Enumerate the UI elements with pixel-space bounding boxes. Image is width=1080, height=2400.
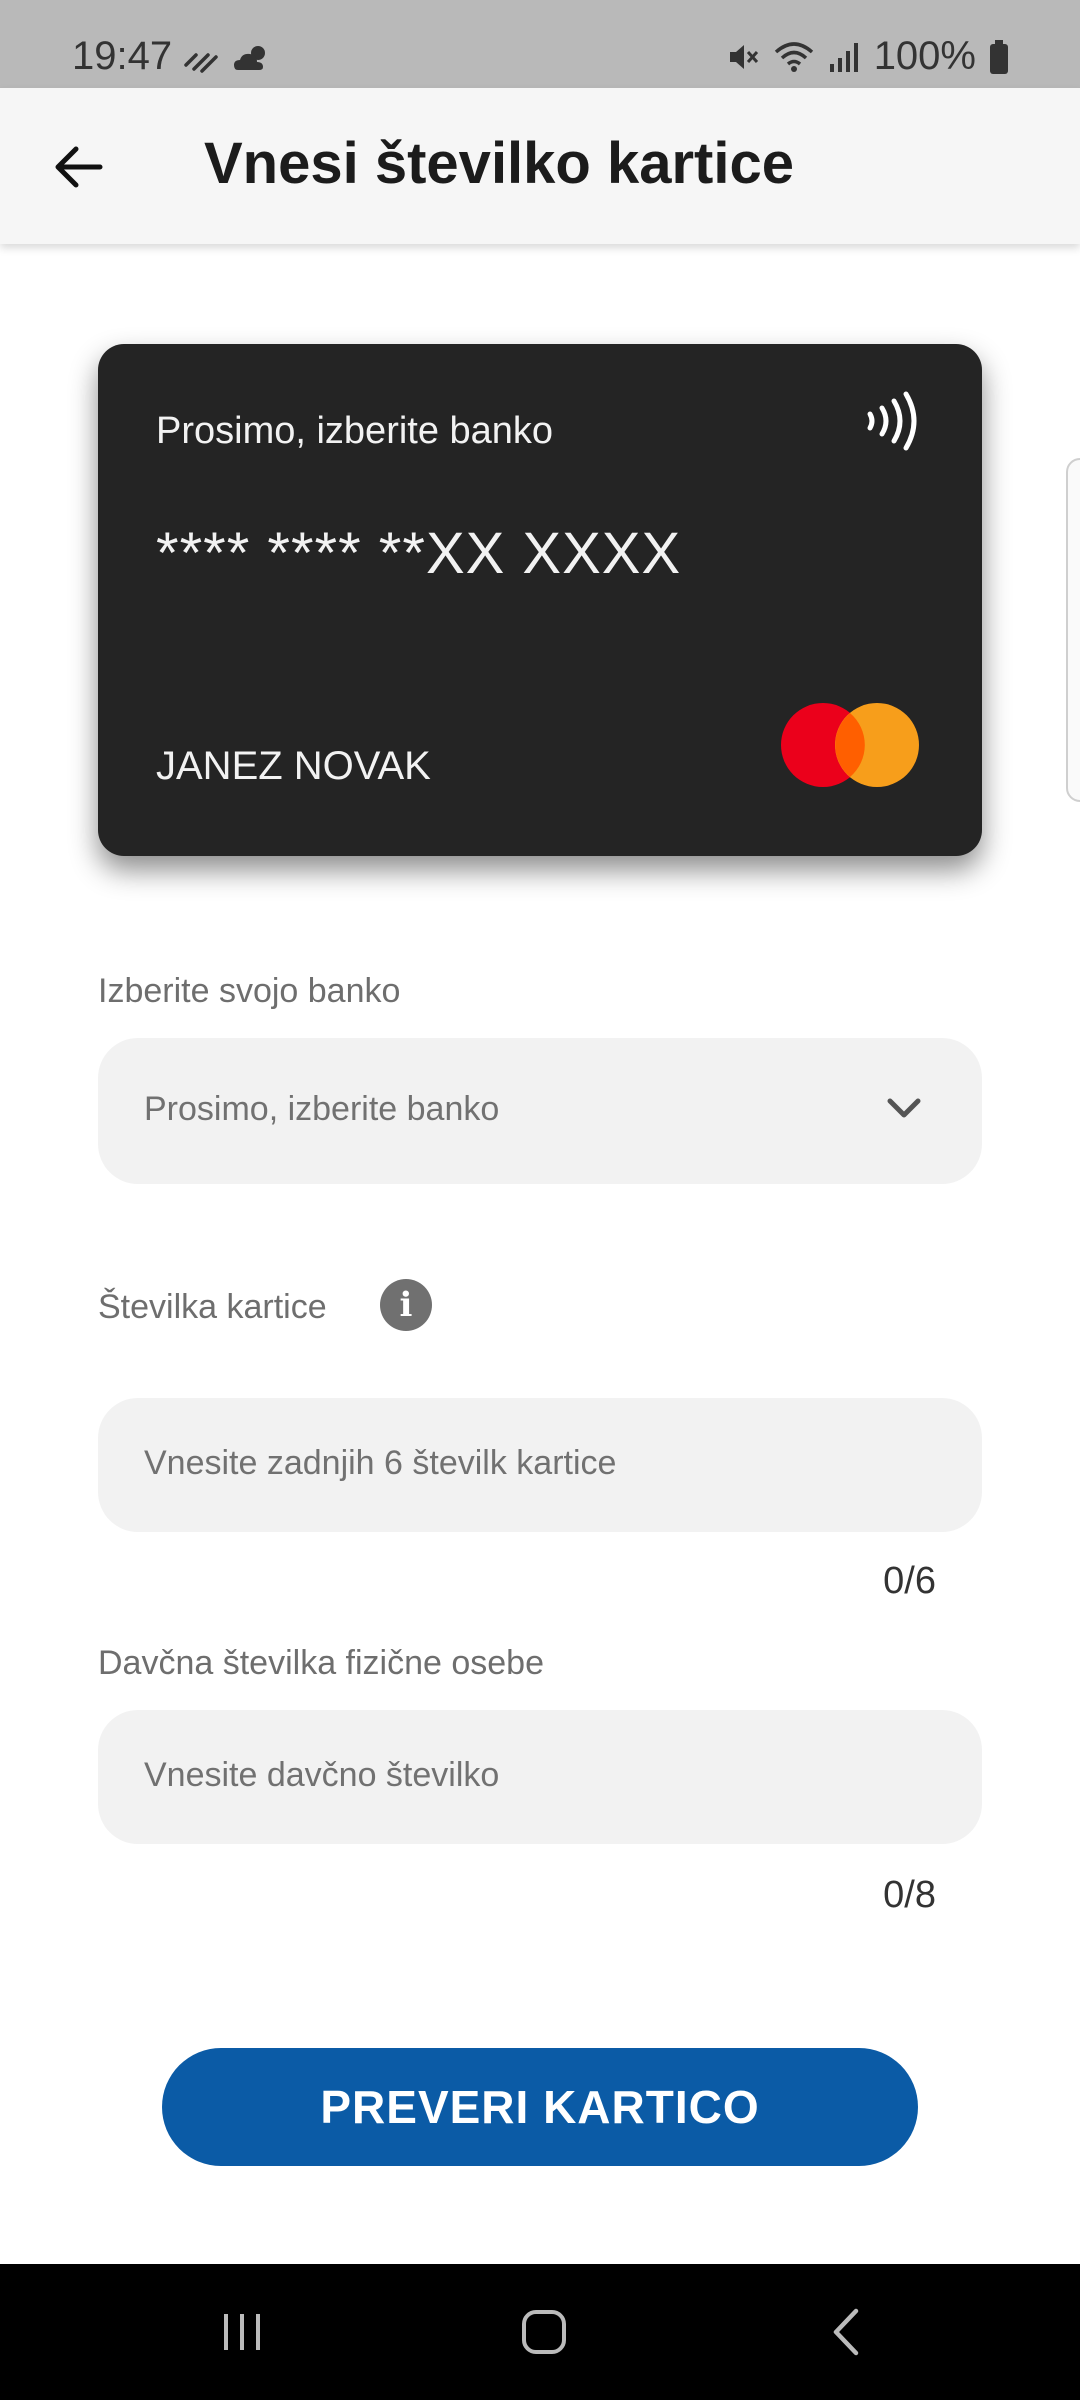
card-number-label: Številka kartice [98, 1288, 327, 1326]
notification-icon [184, 53, 218, 73]
home-icon [522, 2310, 566, 2354]
card-number-input[interactable]: Vnesite zadnjih 6 številk kartice [98, 1398, 982, 1532]
chevron-down-icon [887, 1098, 921, 1118]
wifi-icon [774, 41, 813, 72]
home-button[interactable] [454, 2264, 634, 2400]
verify-card-button[interactable]: PREVERI KARTICO [162, 2048, 918, 2166]
screen: 19:47 100% Vnesi številko kartice Prosim… [0, 0, 1080, 2400]
card-bank-name: Prosimo, izberite banko [156, 410, 554, 452]
recent-apps-icon [224, 2314, 260, 2350]
nfc-icon [867, 391, 917, 451]
back-icon [833, 2308, 859, 2356]
status-time: 19:47 [72, 34, 173, 78]
battery-icon [990, 39, 1008, 74]
signal-icon [829, 42, 858, 72]
tax-number-placeholder: Vnesite davčno številko [144, 1756, 500, 1794]
arrow-left-icon [55, 146, 103, 188]
back-button[interactable] [40, 128, 118, 206]
next-card-peek[interactable] [1066, 458, 1080, 802]
status-left-icons [184, 42, 272, 74]
tax-number-label: Davčna številka fizične osebe [98, 1644, 545, 1682]
card-number-counter: 0/6 [883, 1560, 936, 1602]
tax-number-counter: 0/8 [883, 1874, 936, 1916]
battery-percent: 100% [873, 34, 976, 78]
nav-back-button[interactable] [756, 2264, 936, 2400]
bank-select[interactable]: Prosimo, izberite banko [98, 1038, 982, 1184]
status-right-icons: 100% [726, 34, 1010, 79]
app-bar: Vnesi številko kartice [0, 88, 1080, 244]
bank-label: Izberite svojo banko [98, 972, 401, 1010]
card-preview: Prosimo, izberite banko **** **** **XX X… [98, 344, 982, 856]
page-title: Vnesi številko kartice [204, 131, 794, 196]
bank-select-value: Prosimo, izberite banko [144, 1090, 500, 1128]
tax-number-input[interactable]: Vnesite davčno številko [98, 1710, 982, 1844]
status-bar: 19:47 100% [0, 0, 1080, 88]
system-nav-bar [0, 2264, 1080, 2400]
card-holder-name: JANEZ NOVAK [156, 744, 431, 788]
mute-icon [729, 44, 758, 69]
weather-icon [234, 46, 265, 70]
recent-apps-button[interactable] [152, 2264, 332, 2400]
card-number: **** **** **XX XXXX [156, 521, 682, 586]
card-number-placeholder: Vnesite zadnjih 6 številk kartice [144, 1444, 617, 1482]
info-icon[interactable]: i [380, 1279, 432, 1331]
mastercard-logo [781, 703, 919, 787]
